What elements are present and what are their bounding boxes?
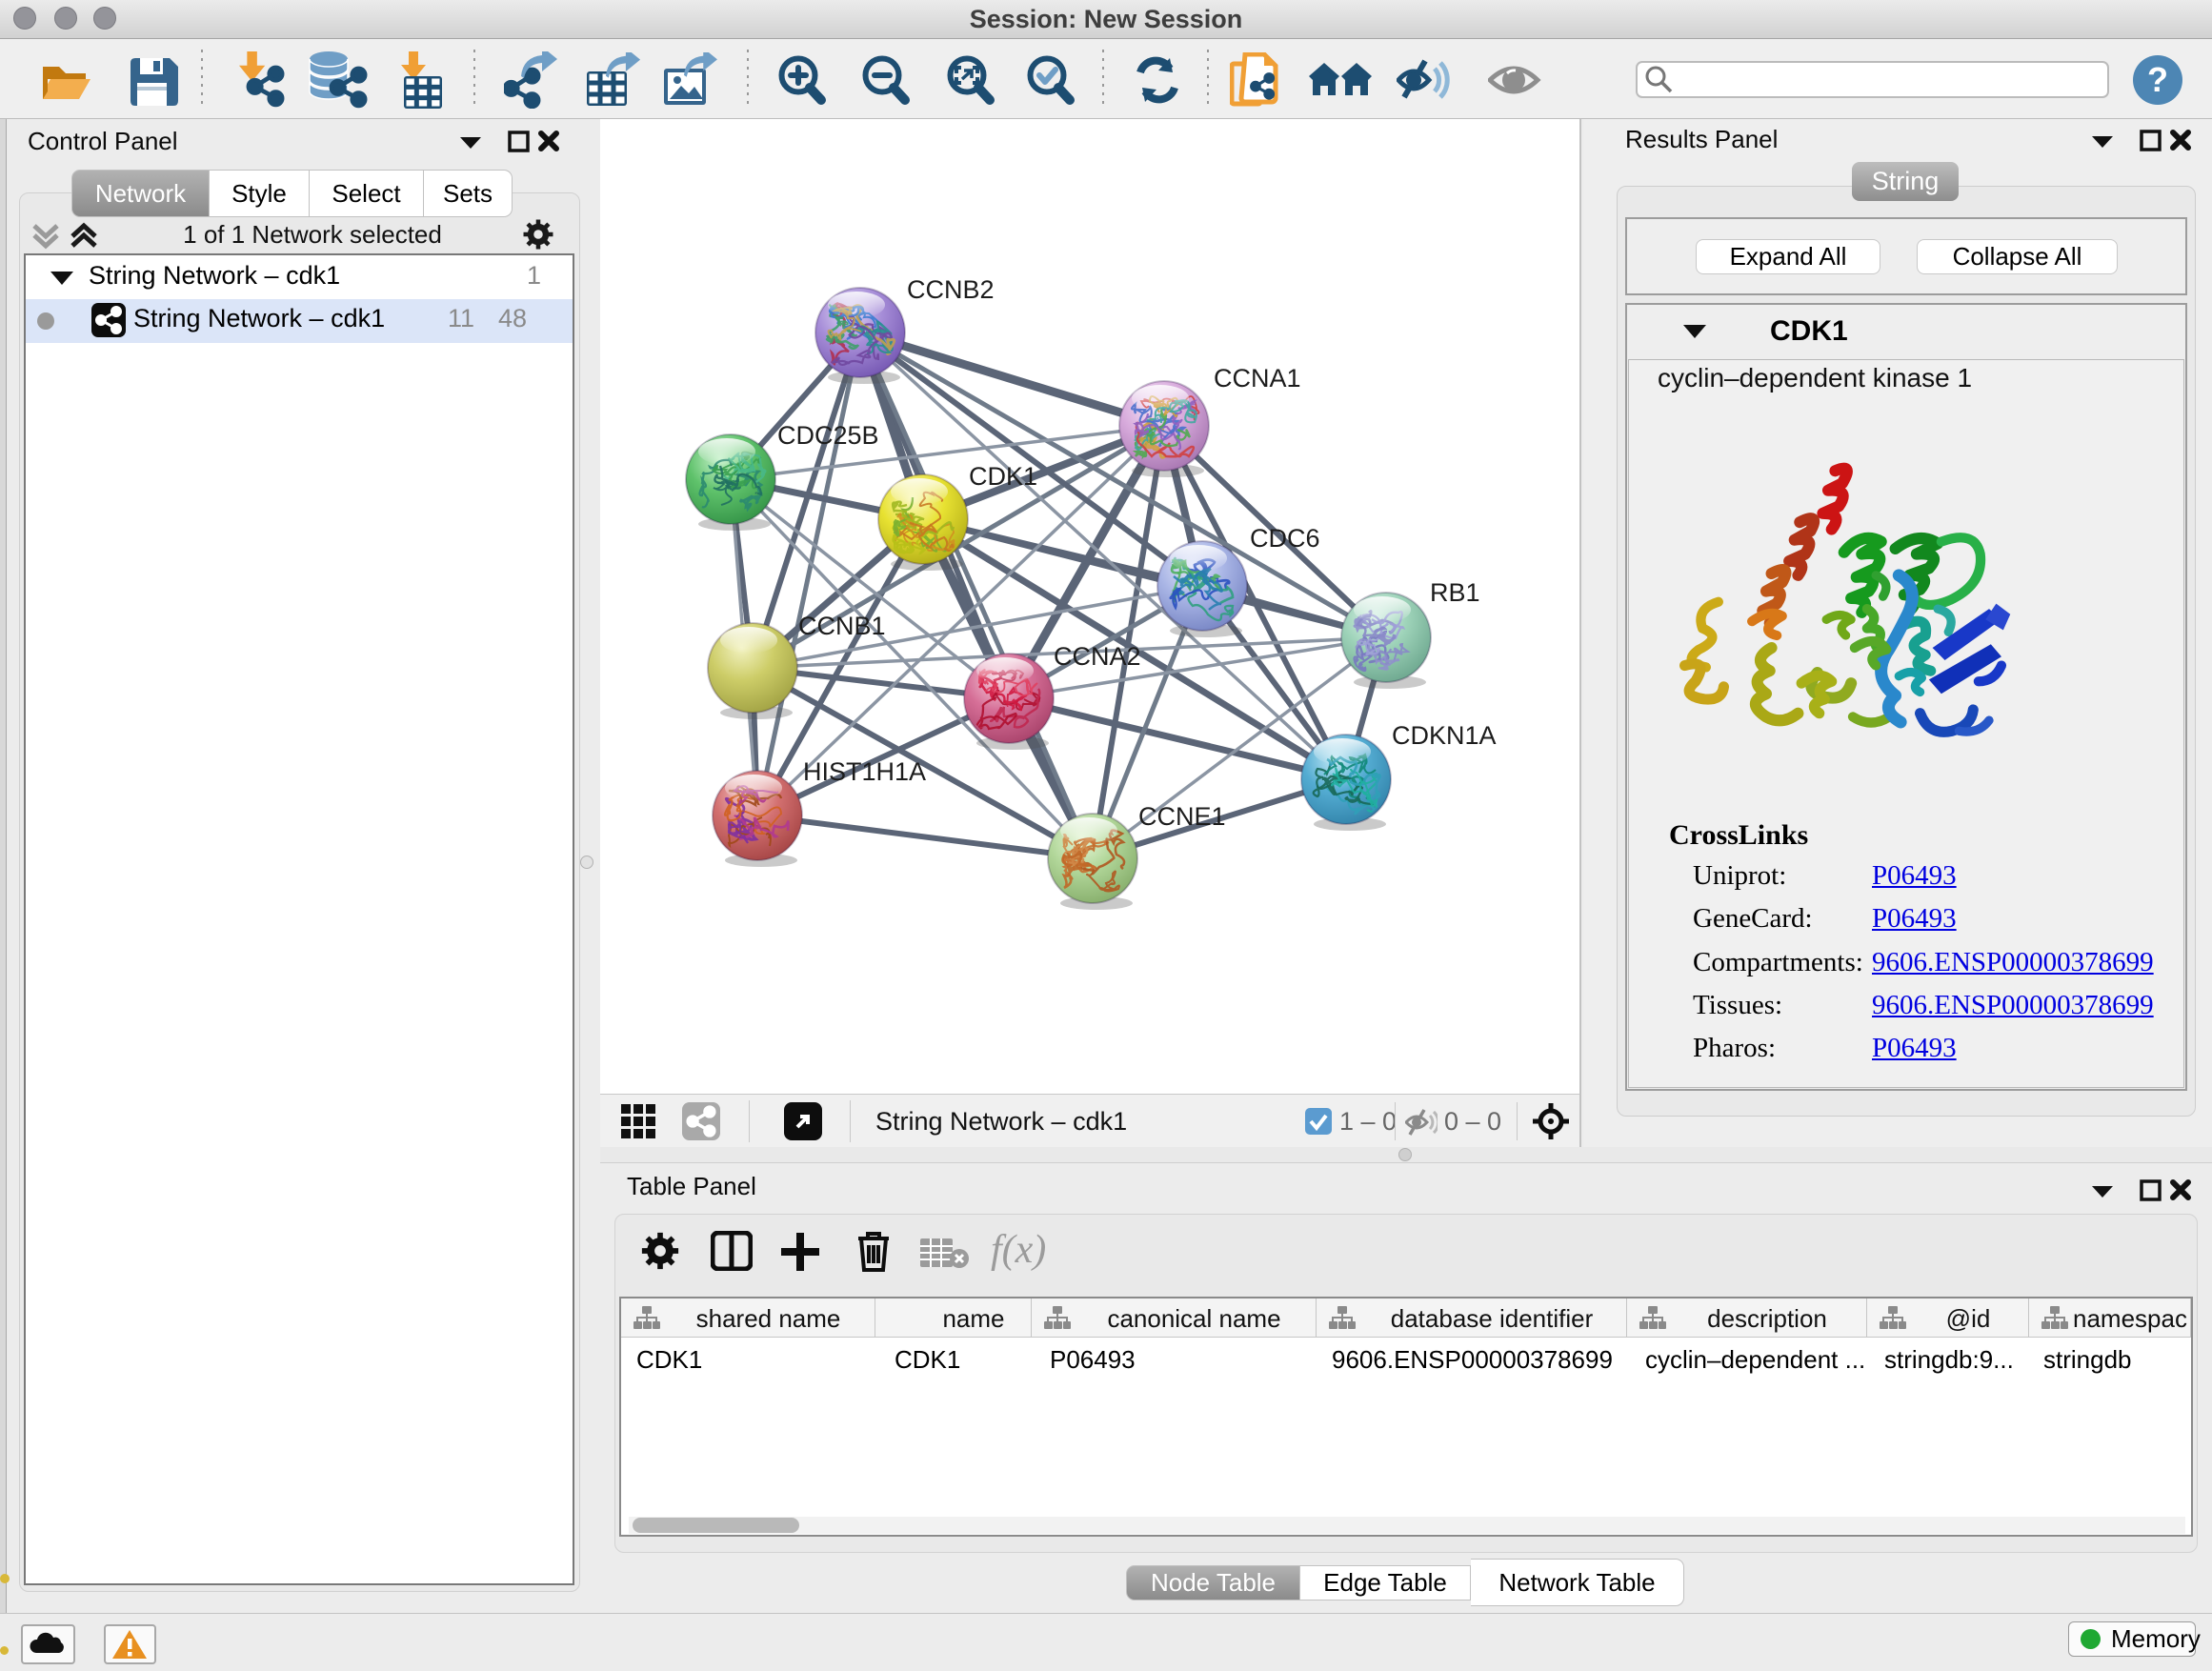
svg-text:CDKN1A: CDKN1A (1392, 721, 1497, 750)
svg-text:CDC25B: CDC25B (777, 421, 879, 450)
svg-text:CCNE1: CCNE1 (1138, 802, 1226, 831)
svg-text:CCNB2: CCNB2 (907, 275, 995, 304)
svg-text:?: ? (2147, 60, 2168, 99)
svg-text:CCNA2: CCNA2 (1054, 642, 1141, 671)
svg-text:RB1: RB1 (1430, 578, 1480, 607)
svg-text:CCNB1: CCNB1 (798, 612, 886, 640)
svg-text:CCNA1: CCNA1 (1214, 364, 1301, 393)
svg-text:CDC6: CDC6 (1250, 524, 1320, 553)
svg-text:CDK1: CDK1 (969, 462, 1037, 491)
svg-text:HIST1H1A: HIST1H1A (803, 757, 926, 786)
